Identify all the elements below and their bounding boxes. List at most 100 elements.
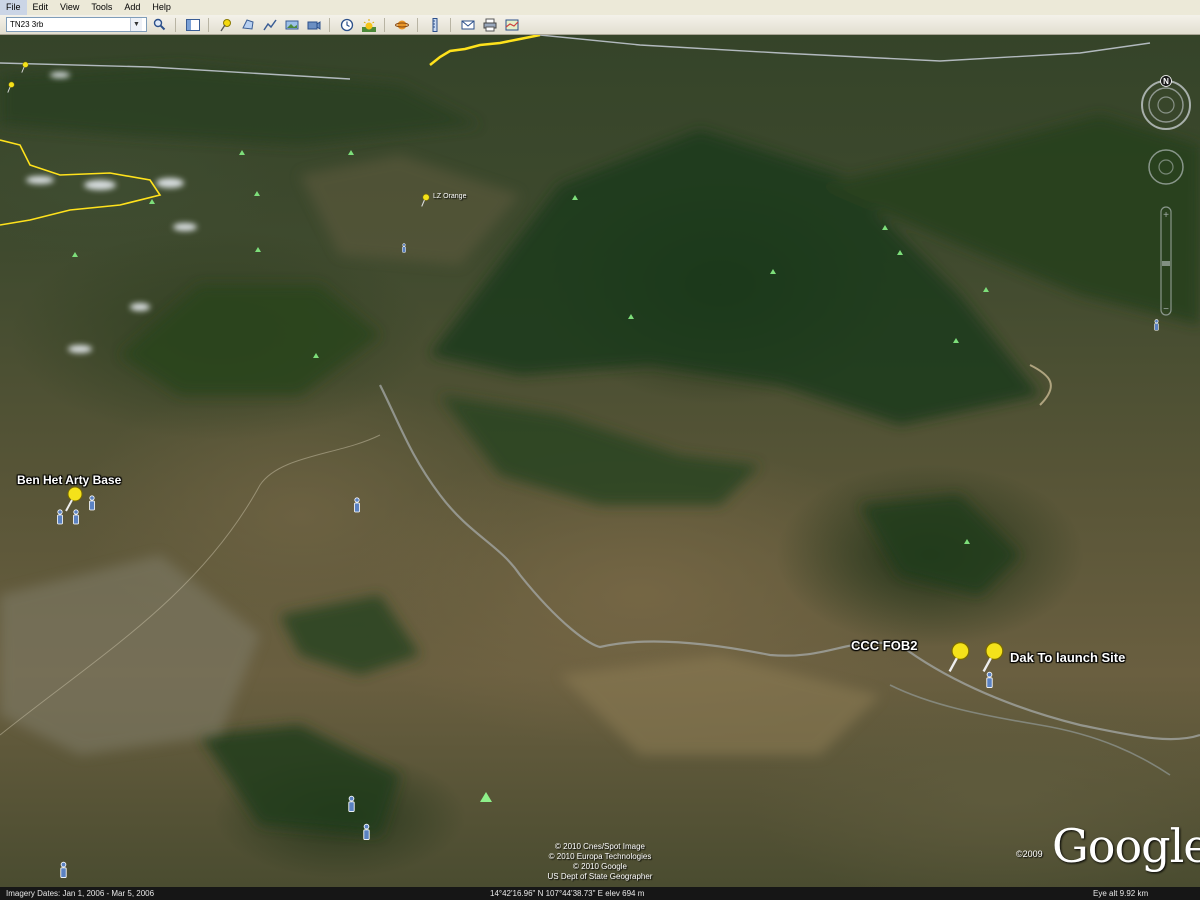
placemark-label-ben-het[interactable]: Ben Het Arty Base (17, 473, 121, 487)
peak-marker[interactable] (882, 225, 888, 230)
info-icon[interactable] (400, 243, 408, 253)
peak-marker[interactable] (897, 250, 903, 255)
look-joystick[interactable] (1141, 80, 1191, 130)
menu-view[interactable]: View (54, 0, 85, 15)
compass-north-icon[interactable]: N (1160, 75, 1172, 87)
peak-marker[interactable] (149, 199, 155, 204)
info-icon[interactable] (351, 497, 363, 513)
toolbar-separator (175, 17, 176, 32)
status-bar: Imagery Dates: Jan 1, 2006 - Mar 5, 2006… (0, 887, 1200, 900)
border-line (0, 139, 162, 226)
add-image-overlay-button[interactable] (282, 16, 301, 33)
clock-icon (340, 18, 353, 31)
road-track (1029, 364, 1052, 406)
peak-marker[interactable] (628, 314, 634, 319)
search-input[interactable] (7, 18, 130, 31)
peak-marker[interactable] (964, 539, 970, 544)
chevron-down-icon[interactable]: ▼ (130, 18, 142, 31)
info-icon[interactable] (70, 509, 82, 525)
map-icon (505, 19, 518, 30)
placemark-label-lz-orange[interactable]: LZ Orange (433, 193, 466, 200)
add-path-button[interactable] (260, 16, 279, 33)
record-tour-icon (307, 20, 320, 30)
menu-tools[interactable]: Tools (85, 0, 118, 15)
google-logo: Google (1052, 819, 1200, 873)
sunlight-button[interactable] (359, 16, 378, 33)
pushpin-icon[interactable] (20, 61, 30, 73)
imagery-dates: Imagery Dates: Jan 1, 2006 - Mar 5, 2006 (6, 889, 155, 898)
navigation-controls: N + − (1136, 71, 1196, 321)
sun-icon (361, 18, 376, 32)
info-icon[interactable] (54, 509, 66, 525)
placemark-label-ccc-fob2[interactable]: CCC FOB2 (851, 638, 917, 653)
attribution-line: © 2010 Europa Technologies (548, 852, 652, 861)
info-icon[interactable] (57, 861, 70, 879)
printer-icon (483, 18, 496, 31)
peak-marker[interactable] (983, 287, 989, 292)
pushpin-icon[interactable] (946, 641, 970, 673)
peak-marker[interactable] (572, 195, 578, 200)
sidebar-icon (185, 18, 200, 31)
svg-text:N: N (1163, 77, 1169, 86)
pushpin-icon[interactable] (980, 641, 1004, 673)
view-in-maps-button[interactable] (502, 16, 521, 33)
peak-marker[interactable] (254, 191, 260, 196)
magnifier-icon (153, 18, 166, 31)
toolbar-separator (417, 17, 418, 32)
record-tour-button[interactable] (304, 16, 323, 33)
add-placemark-button[interactable] (216, 16, 235, 33)
menu-file[interactable]: File (0, 0, 27, 15)
search-button[interactable] (150, 16, 169, 33)
info-icon[interactable] (983, 671, 996, 689)
attribution-line: © 2010 Cnes/Spot Image (555, 842, 645, 851)
boundary-line (539, 35, 1151, 62)
river-branch (889, 684, 1171, 776)
pushpin-icon (219, 18, 231, 31)
toolbar-separator (450, 17, 451, 32)
menu-edit[interactable]: Edit (27, 0, 55, 15)
switch-planet-button[interactable] (392, 16, 411, 33)
info-icon[interactable] (345, 795, 358, 813)
peak-marker[interactable] (480, 792, 492, 802)
attribution-line: © 2010 Google (573, 862, 627, 871)
map-viewport[interactable]: LZ Orange Ben Het Arty Base CCC FOB2 Dak… (0, 35, 1200, 887)
border-line (429, 35, 541, 66)
attribution-line: US Dept of State Geographer (547, 872, 653, 881)
imagery-attribution: © 2010 Cnes/Spot Image © 2010 Europa Tec… (520, 842, 680, 882)
pushpin-icon[interactable] (6, 81, 16, 93)
terrain-overlay (0, 35, 1200, 835)
info-icon[interactable] (86, 495, 98, 511)
menu-bar: File Edit View Tools Add Help (0, 0, 1200, 16)
peak-marker[interactable] (770, 269, 776, 274)
sidebar-toggle-button[interactable] (183, 16, 202, 33)
planet-icon (394, 20, 409, 29)
historical-imagery-button[interactable] (337, 16, 356, 33)
peak-marker[interactable] (255, 247, 261, 252)
eye-altitude: Eye alt 9.92 km (1093, 889, 1149, 898)
ruler-button[interactable] (425, 16, 444, 33)
peak-marker[interactable] (72, 252, 78, 257)
move-joystick[interactable] (1148, 149, 1184, 185)
path-icon (262, 19, 277, 30)
print-button[interactable] (480, 16, 499, 33)
svg-text:−: − (1163, 304, 1169, 315)
add-polygon-button[interactable] (238, 16, 257, 33)
search-field[interactable]: ▼ (6, 17, 147, 32)
peak-marker[interactable] (239, 150, 245, 155)
svg-text:+: + (1163, 210, 1169, 221)
peak-marker[interactable] (953, 338, 959, 343)
toolbar-separator (329, 17, 330, 32)
menu-help[interactable]: Help (146, 0, 177, 15)
image-overlay-icon (285, 20, 298, 29)
menu-add[interactable]: Add (118, 0, 146, 15)
placemark-label-dak-to[interactable]: Dak To launch Site (1010, 650, 1125, 665)
peak-marker[interactable] (313, 353, 319, 358)
info-icon[interactable] (360, 823, 373, 841)
envelope-icon (461, 20, 474, 29)
logo-year: ©2009 (1016, 849, 1043, 859)
peak-marker[interactable] (348, 150, 354, 155)
email-button[interactable] (458, 16, 477, 33)
zoom-slider[interactable]: + − (1160, 206, 1172, 316)
pushpin-icon[interactable] (420, 193, 431, 207)
toolbar-separator (208, 17, 209, 32)
